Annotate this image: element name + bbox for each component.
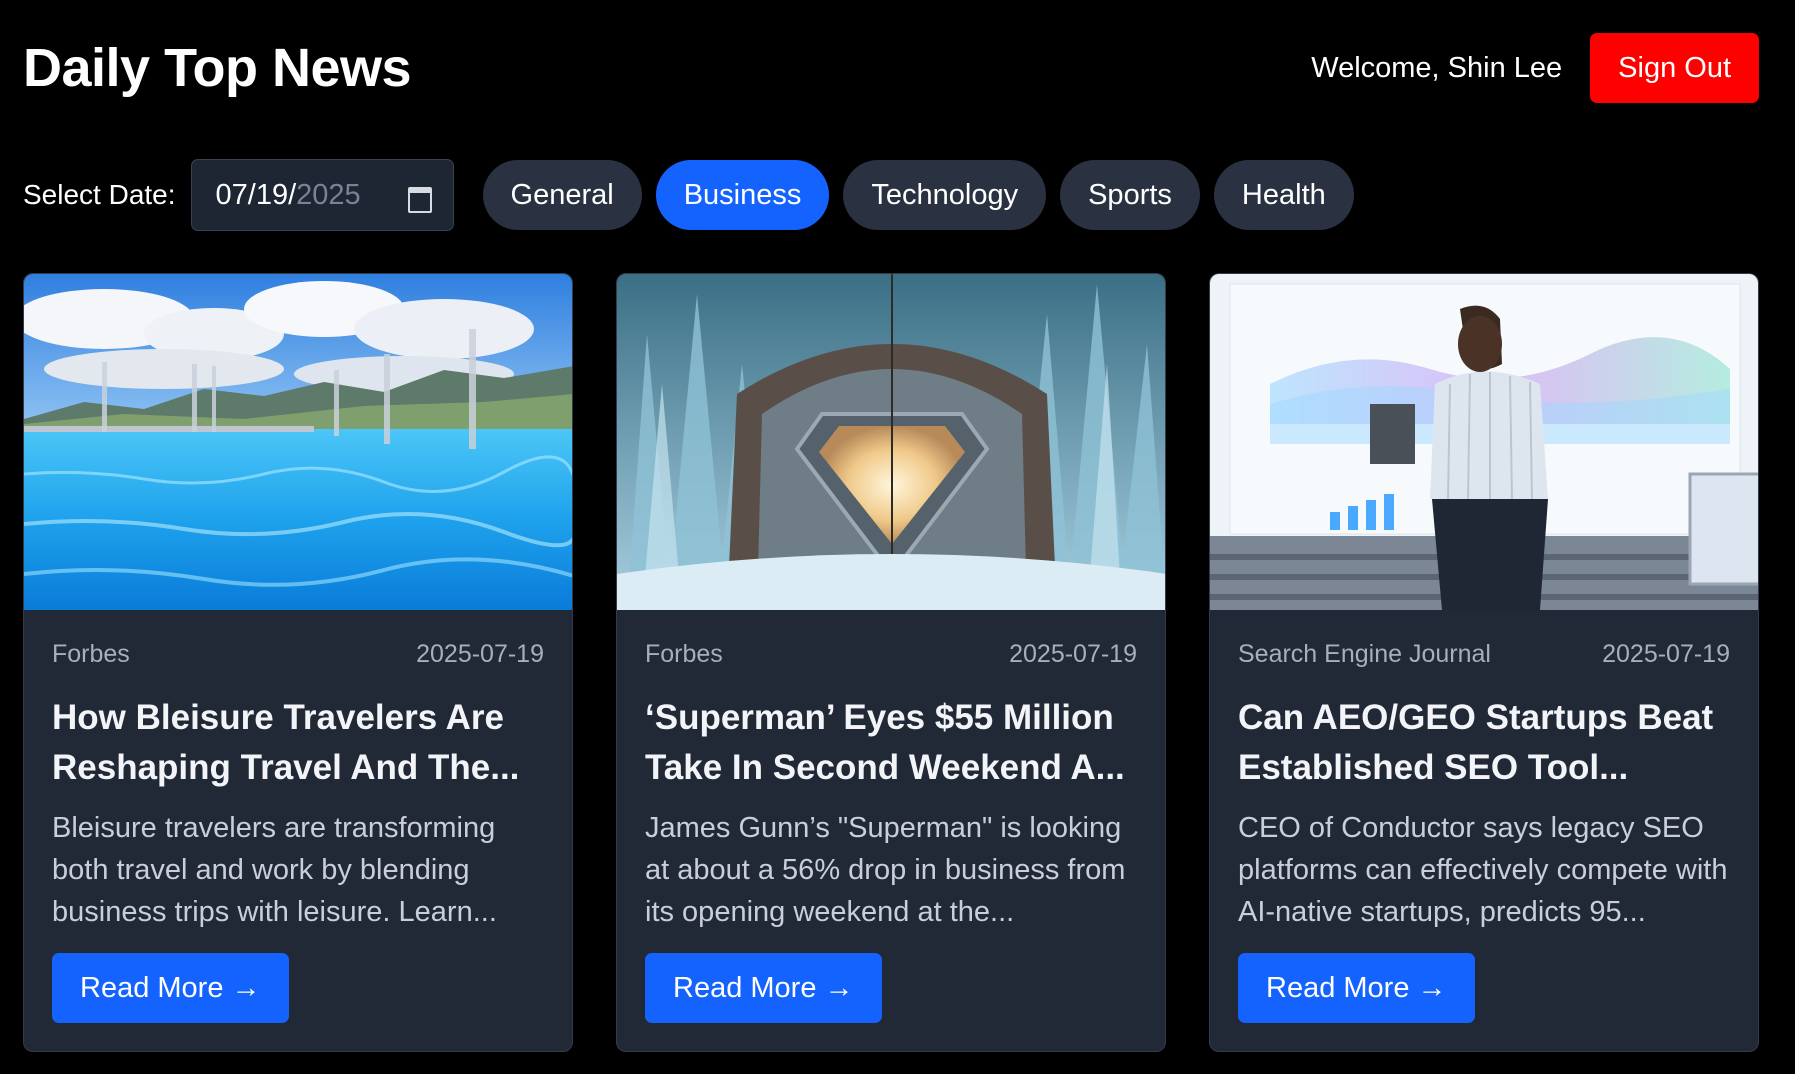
category-sports[interactable]: Sports [1060, 160, 1200, 230]
article-source: Search Engine Journal [1238, 640, 1491, 668]
analytics-image [1210, 274, 1758, 610]
article-description: CEO of Conductor says legacy SEO platfor… [1238, 812, 1728, 928]
article-description: Bleisure travelers are transforming both… [52, 812, 497, 928]
pool-image [24, 274, 572, 610]
article-body: Forbes 2025-07-19 How Bleisure Travelers… [24, 640, 572, 933]
select-date-label: Select Date: [23, 179, 176, 210]
article-card: Search Engine Journal 2025-07-19 Can AEO… [1209, 273, 1759, 1052]
article-date: 2025-07-19 [416, 640, 544, 668]
article-card: Forbes 2025-07-19 ‘Superman’ Eyes $55 Mi… [616, 273, 1166, 1052]
category-health[interactable]: Health [1213, 160, 1354, 230]
article-title: ‘Superman’ Eyes $55 Million Take In Seco… [645, 698, 1125, 787]
article-date: 2025-07-19 [1009, 640, 1137, 668]
article-image [1210, 274, 1758, 610]
welcome-text: Welcome, Shin Lee [1311, 51, 1563, 84]
sign-out-button[interactable]: Sign Out [1590, 33, 1759, 103]
date-year: 2025 [296, 178, 361, 211]
article-date: 2025-07-19 [1602, 640, 1730, 668]
article-body: Search Engine Journal 2025-07-19 Can AEO… [1210, 640, 1758, 933]
article-grid: Forbes 2025-07-19 How Bleisure Travelers… [23, 273, 1759, 1052]
article-meta: Search Engine Journal 2025-07-19 [1238, 640, 1730, 669]
app-title: Daily Top News [23, 38, 412, 98]
category-general[interactable]: General [482, 160, 642, 230]
date-input[interactable]: 07/19/2025 [190, 159, 454, 231]
article-card: Forbes 2025-07-19 How Bleisure Travelers… [23, 273, 573, 1052]
article-source: Forbes [645, 640, 723, 668]
article-meta: Forbes 2025-07-19 [52, 640, 544, 669]
category-technology[interactable]: Technology [843, 160, 1047, 230]
article-source: Forbes [52, 640, 130, 668]
article-meta: Forbes 2025-07-19 [645, 640, 1137, 669]
article-image [617, 274, 1165, 610]
user-area: Welcome, Shin Lee Sign Out [1311, 33, 1759, 103]
read-more-button[interactable]: Read More → [52, 953, 289, 1023]
superman-image [617, 274, 1165, 610]
read-more-button[interactable]: Read More → [645, 953, 882, 1023]
article-body: Forbes 2025-07-19 ‘Superman’ Eyes $55 Mi… [617, 640, 1165, 933]
article-image [24, 274, 572, 610]
calendar-icon[interactable] [407, 184, 432, 213]
category-business[interactable]: Business [655, 160, 830, 230]
filter-bar: Select Date: 07/19/2025 General Business… [23, 159, 1368, 231]
header: Daily Top News Welcome, Shin Lee Sign Ou… [23, 32, 1759, 104]
article-title: Can AEO/GEO Startups Beat Established SE… [1238, 698, 1714, 787]
date-value: 07/19/ [215, 178, 297, 211]
read-more-button[interactable]: Read More → [1238, 953, 1475, 1023]
article-title: How Bleisure Travelers Are Reshaping Tra… [52, 698, 520, 787]
article-description: James Gunn’s "Superman" is looking at ab… [645, 812, 1126, 928]
page: Daily Top News Welcome, Shin Lee Sign Ou… [0, 0, 1795, 1074]
